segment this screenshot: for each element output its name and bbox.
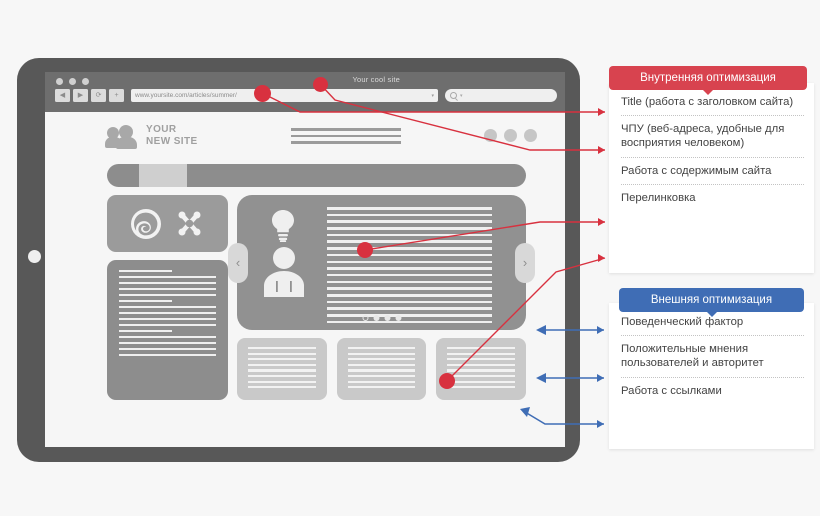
list-item[interactable]: Перелинковка — [621, 185, 804, 211]
browser-chrome: Your cool site ◀ ▶ ⟳ + www.yoursite.com/… — [45, 72, 565, 112]
bitrix-icon — [131, 208, 161, 239]
address-bar[interactable]: www.yoursite.com/articles/summer/ ▾ — [131, 89, 438, 102]
site-logo-line1: YOUR — [146, 124, 177, 135]
site-logo-text: YOUR NEW SITE — [146, 124, 198, 148]
carousel-text-placeholder — [327, 207, 492, 327]
new-tab-button[interactable]: + — [109, 89, 124, 102]
site-logo-line2: NEW SITE — [146, 136, 198, 147]
hotspot-dot-linking[interactable] — [439, 373, 455, 389]
external-optimization-badge-label: Внешняя оптимизация — [650, 294, 773, 306]
article-card — [107, 260, 228, 400]
lightbulb-icon — [272, 210, 294, 242]
internal-optimization-list: Title (работа с заголовком сайта) ЧПУ (в… — [621, 89, 804, 211]
tablet-device: Your cool site ◀ ▶ ⟳ + www.yoursite.com/… — [17, 58, 580, 462]
internal-optimization-panel: Title (работа с заголовком сайта) ЧПУ (в… — [609, 83, 814, 273]
website-mockup: YOUR NEW SITE ‹ › — [45, 112, 565, 447]
internal-optimization-badge: Внутренняя оптимизация — [609, 66, 807, 95]
home-button[interactable] — [28, 250, 41, 263]
browser-toolbar: ◀ ▶ ⟳ + www.yoursite.com/articles/summer… — [55, 89, 557, 102]
list-item[interactable]: Положительные мнения пользователей и авт… — [621, 336, 804, 376]
header-social-icons[interactable] — [484, 129, 537, 142]
hotspot-dot-content[interactable] — [357, 242, 373, 258]
carousel-pagination-dots[interactable] — [362, 315, 401, 321]
feature-card — [336, 338, 427, 400]
window-zoom-dot[interactable] — [82, 78, 89, 85]
joomla-icon — [178, 211, 201, 236]
social-icon[interactable] — [504, 129, 517, 142]
hotspot-dot-url[interactable] — [313, 77, 328, 92]
feature-card — [237, 338, 327, 400]
list-item[interactable]: ЧПУ (веб-адреса, удобные для восприятия … — [621, 116, 804, 156]
diagram-canvas: Your cool site ◀ ▶ ⟳ + www.yoursite.com/… — [0, 0, 820, 516]
window-minimize-dot[interactable] — [69, 78, 76, 85]
feature-card-row — [237, 338, 527, 400]
chevron-down-icon[interactable]: ▾ — [431, 93, 434, 99]
external-optimization-badge: Внешняя оптимизация — [619, 288, 804, 317]
people-icon — [105, 124, 137, 149]
site-logo[interactable]: YOUR NEW SITE — [105, 124, 198, 149]
list-item[interactable]: Работа с ссылками — [621, 378, 804, 404]
browser-tab-title[interactable]: Your cool site — [352, 75, 400, 84]
reload-button[interactable]: ⟳ — [91, 89, 106, 102]
carousel-dot[interactable] — [362, 315, 368, 321]
social-icon[interactable] — [484, 129, 497, 142]
search-input[interactable]: ▾ — [445, 89, 557, 102]
external-optimization-list: Поведенческий фактор Положительные мнени… — [621, 309, 804, 404]
cms-logos-tile — [107, 195, 228, 252]
forward-button[interactable]: ▶ — [73, 89, 88, 102]
feature-card — [436, 338, 527, 400]
header-text-placeholder — [291, 128, 401, 148]
carousel-dot[interactable] — [384, 315, 390, 321]
site-navigation-bar[interactable] — [107, 164, 526, 187]
window-controls[interactable] — [56, 78, 89, 85]
window-close-dot[interactable] — [56, 78, 63, 85]
search-icon — [450, 92, 457, 99]
back-button[interactable]: ◀ — [55, 89, 70, 102]
internal-optimization-badge-label: Внутренняя оптимизация — [640, 72, 776, 84]
carousel-dot[interactable] — [373, 315, 379, 321]
content-carousel: ‹ › — [228, 195, 535, 330]
site-header: YOUR NEW SITE — [45, 112, 565, 160]
hotspot-dot-title[interactable] — [254, 85, 271, 102]
tablet-screen: Your cool site ◀ ▶ ⟳ + www.yoursite.com/… — [45, 72, 565, 447]
chevron-down-icon[interactable]: ▾ — [460, 93, 463, 99]
carousel-prev-button[interactable]: ‹ — [228, 242, 248, 283]
carousel-dot[interactable] — [395, 315, 401, 321]
external-optimization-panel: Поведенческий фактор Положительные мнени… — [609, 303, 814, 449]
user-icon — [264, 247, 304, 297]
social-icon[interactable] — [524, 129, 537, 142]
carousel-next-button[interactable]: › — [515, 242, 535, 283]
address-bar-url: www.yoursite.com/articles/summer/ — [135, 92, 237, 99]
list-item[interactable]: Работа с содержимым сайта — [621, 158, 804, 184]
nav-active-item[interactable] — [139, 164, 187, 187]
